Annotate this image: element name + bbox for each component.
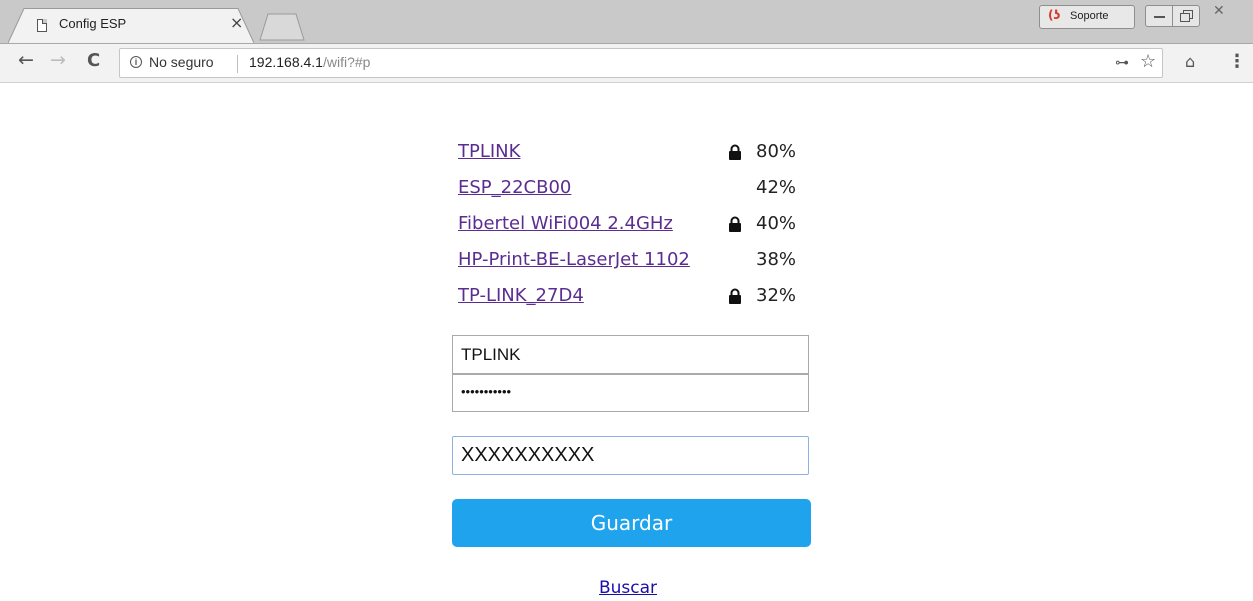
network-ssid-link[interactable]: TPLINK xyxy=(458,141,520,162)
save-button[interactable]: Guardar xyxy=(452,499,811,547)
network-ssid-link[interactable]: HP-Print-BE-LaserJet 1102 xyxy=(458,249,690,270)
profile-icon: (ʖ xyxy=(1048,8,1061,22)
network-ssid-link[interactable]: ESP_22CB00 xyxy=(458,177,571,198)
custom-parameter-input[interactable]: XXXXXXXXXX xyxy=(452,436,809,475)
lock-icon xyxy=(729,216,741,232)
tab-close-icon[interactable]: × xyxy=(230,13,243,32)
network-item[interactable]: TP-LINK_27D4 32% xyxy=(458,285,818,311)
reload-icon[interactable]: C xyxy=(87,50,100,71)
network-item[interactable]: Fibertel WiFi004 2.4GHz 40% xyxy=(458,213,818,239)
page-icon xyxy=(37,19,47,32)
url-divider xyxy=(237,55,238,73)
network-item[interactable]: TPLINK 80% xyxy=(458,141,818,167)
signal-strength: 40% xyxy=(756,213,797,234)
close-window-icon[interactable]: ✕ xyxy=(1213,3,1225,19)
profile-label: Soporte xyxy=(1070,10,1109,22)
minimize-button[interactable] xyxy=(1145,5,1173,27)
menu-dots-icon[interactable]: ⋮ xyxy=(1228,51,1246,72)
signal-strength: 32% xyxy=(756,285,797,306)
network-ssid-link[interactable]: TP-LINK_27D4 xyxy=(458,285,584,306)
ssid-input[interactable]: TPLINK xyxy=(452,335,809,374)
signal-strength: 42% xyxy=(756,177,797,198)
scan-link[interactable]: Buscar xyxy=(599,578,657,598)
network-item[interactable]: ESP_22CB00 42% xyxy=(458,177,818,203)
network-item[interactable]: HP-Print-BE-LaserJet 1102 38% xyxy=(458,249,818,275)
back-arrow-icon[interactable]: ← xyxy=(18,49,34,71)
bookmark-star-icon[interactable]: ☆ xyxy=(1140,51,1156,72)
lock-icon xyxy=(729,288,741,304)
url-host: 192.168.4.1 xyxy=(249,54,323,70)
extension-icon[interactable]: ⌂ xyxy=(1185,52,1195,71)
lock-icon xyxy=(729,144,741,160)
tab-title: Config ESP xyxy=(59,16,127,31)
restore-button[interactable] xyxy=(1172,5,1200,27)
url-path: /wifi?#p xyxy=(322,54,371,70)
info-icon[interactable]: i xyxy=(130,56,142,68)
url-text[interactable]: 192.168.4.1/wifi?#p xyxy=(249,54,370,70)
profile-button[interactable]: (ʖ Soporte xyxy=(1039,5,1135,29)
signal-strength: 38% xyxy=(756,249,797,270)
security-label[interactable]: No seguro xyxy=(149,54,214,70)
key-icon[interactable]: ⊶ xyxy=(1115,55,1129,71)
forward-arrow-icon[interactable]: → xyxy=(50,49,66,71)
password-input[interactable]: ••••••••••• xyxy=(452,374,809,412)
network-ssid-link[interactable]: Fibertel WiFi004 2.4GHz xyxy=(458,213,673,234)
signal-strength: 80% xyxy=(756,141,797,162)
new-tab-button[interactable] xyxy=(258,13,306,41)
